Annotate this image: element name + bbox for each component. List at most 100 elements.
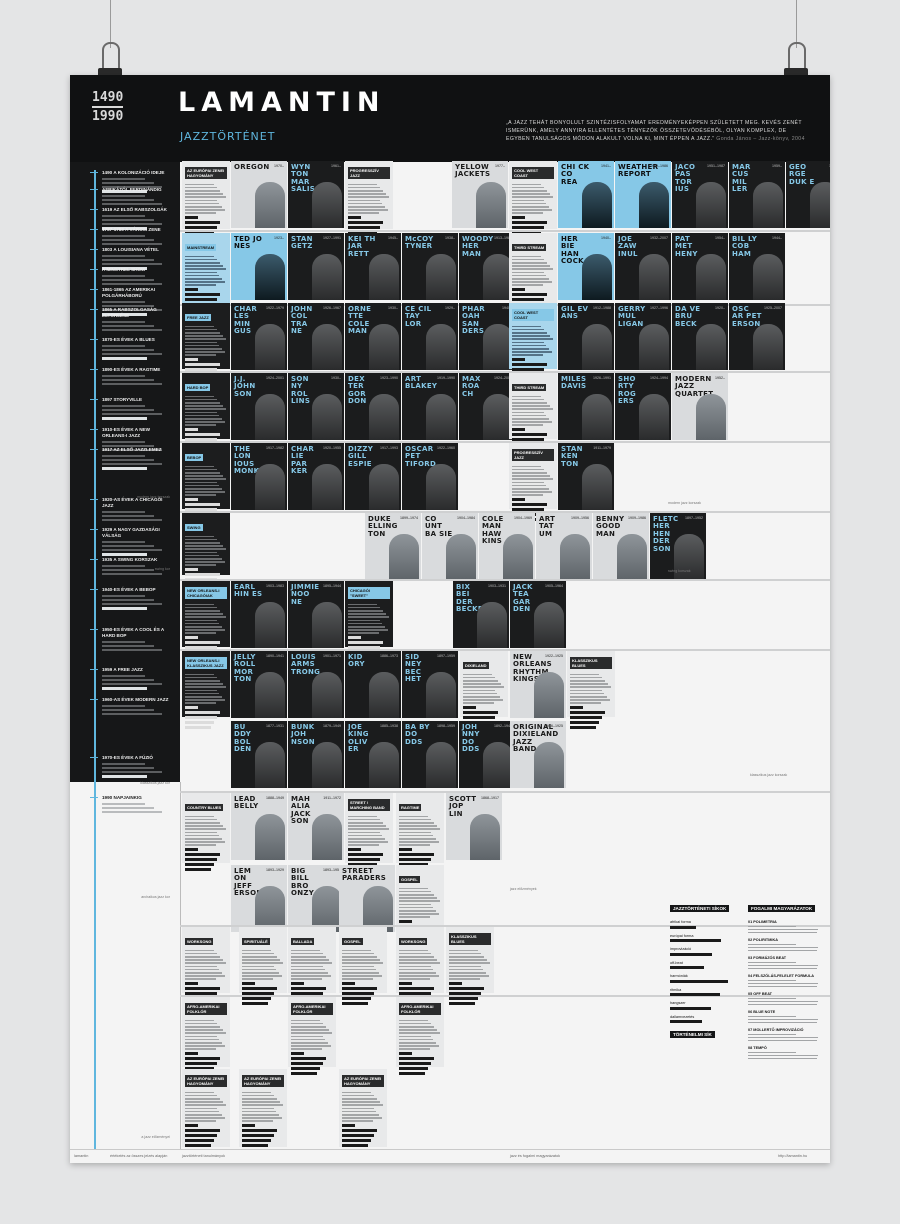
artist-card: OSCAR PET TIFORD 1922–1960 bbox=[402, 443, 458, 510]
text-line bbox=[185, 962, 227, 964]
rating-bar bbox=[399, 1066, 428, 1070]
timeline-text-line bbox=[102, 178, 146, 180]
artist-card: WEATHER REPORT 1970–1986 bbox=[615, 161, 671, 228]
text-line bbox=[348, 603, 378, 606]
text-line bbox=[342, 968, 377, 971]
artist-card: JOE KING OLIV ER 1885–1938 bbox=[345, 721, 401, 788]
text-line bbox=[348, 821, 384, 824]
timeline-text-line bbox=[102, 413, 163, 415]
artist-name: JOE ZAW INUL bbox=[618, 235, 638, 258]
rating-bar bbox=[512, 220, 547, 224]
artist-photo bbox=[369, 742, 399, 788]
text-line bbox=[185, 468, 218, 471]
text-line bbox=[342, 978, 373, 980]
glossary-text-line bbox=[748, 1039, 817, 1041]
timeline-entry-title: 1861-1865 AZ AMERIKAI POLGÁRHÁBORÚ bbox=[102, 287, 156, 298]
text-line bbox=[185, 561, 226, 563]
glossary-text-line bbox=[748, 949, 817, 951]
rating-bar bbox=[185, 362, 220, 366]
artist-photo bbox=[696, 182, 726, 228]
rating-bar bbox=[348, 857, 380, 861]
text-line bbox=[512, 475, 551, 477]
text-line bbox=[185, 487, 223, 490]
poster-title: LAMANTIN bbox=[178, 87, 386, 118]
timeline-text-line bbox=[102, 599, 154, 601]
rating-bar bbox=[463, 705, 476, 709]
timeline-text-line bbox=[102, 441, 146, 443]
text-line bbox=[185, 1019, 215, 1022]
timeline-text-line bbox=[102, 383, 163, 385]
timeline-text-line bbox=[102, 515, 154, 517]
text-line bbox=[185, 196, 227, 198]
text-line bbox=[348, 828, 390, 830]
rating-bar bbox=[449, 986, 484, 990]
text-line bbox=[185, 554, 220, 557]
legend-bar bbox=[670, 1020, 703, 1023]
rating-bar bbox=[185, 215, 198, 219]
artist-name: LOUIS ARMS TRONG bbox=[291, 653, 321, 676]
style-description: THIRD STREAM bbox=[509, 233, 557, 311]
style-name-label: THIRD STREAM bbox=[512, 384, 547, 391]
artist-name: PAT MET HENY bbox=[675, 235, 698, 258]
legend-bar bbox=[670, 966, 704, 969]
text-line bbox=[570, 673, 600, 676]
style-description: AFRO-AMERIKAI FOLKLÓR bbox=[288, 997, 336, 1075]
artist-years: 1903–1983 bbox=[266, 584, 284, 588]
artist-card: BENNY GOOD MAN 1909–1986 bbox=[593, 513, 649, 580]
timeline-text-line bbox=[102, 219, 154, 221]
glossary-text-line bbox=[748, 982, 818, 984]
style-name-label: STREET / MARCHING BAND bbox=[348, 799, 390, 811]
text-line bbox=[342, 1097, 378, 1100]
glossary-text-line bbox=[748, 1057, 817, 1059]
style-description: KLASSZIKUS BLUES bbox=[446, 927, 494, 1005]
text-line bbox=[185, 255, 215, 258]
timeline-entry: 1870-ES ÉVEK A BLUES bbox=[102, 337, 174, 360]
text-line bbox=[291, 955, 327, 958]
timeline-text-line bbox=[102, 283, 163, 285]
artist-photo bbox=[312, 814, 342, 860]
glossary-item-title: 01 POLIMETRIA bbox=[748, 920, 777, 924]
artist-card: KEI TH JAR RETT 1945– bbox=[345, 233, 401, 300]
artist-name: DIZZY GILL ESPIE bbox=[348, 445, 374, 468]
text-line bbox=[185, 1045, 226, 1047]
timeline-text-line bbox=[102, 771, 163, 773]
style-name-label: GOSPEL bbox=[399, 876, 420, 883]
style-name-label: PROGRESSZÍV JAZZ bbox=[512, 449, 554, 461]
text-line bbox=[512, 351, 553, 353]
artist-years: 1932–2007 bbox=[650, 236, 668, 240]
artist-years: 1898–1959 bbox=[437, 724, 455, 728]
text-line bbox=[291, 975, 332, 977]
text-line bbox=[348, 205, 386, 208]
text-line bbox=[185, 837, 223, 840]
rating-bar bbox=[399, 847, 412, 851]
style-description: HARD BOP bbox=[182, 373, 230, 451]
artist-card: NEW ORLEANS RHYTHM KINGS 1922–1925 bbox=[510, 651, 566, 718]
rating-bar bbox=[399, 1051, 412, 1055]
style-name-label: BEBOP bbox=[185, 454, 204, 461]
rating-bar bbox=[512, 427, 525, 431]
artist-name: SCOTT JOP LIN bbox=[449, 795, 477, 818]
timeline-text-line bbox=[102, 649, 163, 651]
text-line bbox=[512, 401, 548, 404]
footer-mid2: jazztörténeti tanulmányok bbox=[182, 1154, 226, 1158]
text-line bbox=[449, 975, 490, 977]
rating-bar bbox=[570, 705, 583, 709]
text-line bbox=[399, 1022, 432, 1025]
text-line bbox=[463, 702, 494, 704]
poster: 1490 1990 LAMANTIN JAZZTÖRTÉNET „A JAZZ … bbox=[70, 75, 830, 1163]
style-description: COUNTRY BLUES bbox=[182, 793, 230, 871]
text-line bbox=[291, 949, 321, 952]
legend-bar bbox=[670, 979, 729, 983]
text-line bbox=[291, 952, 324, 955]
rating-bar bbox=[348, 640, 383, 644]
artist-card: LEM ON JEFF ERSON 1893–1929 bbox=[231, 865, 287, 932]
text-line bbox=[512, 199, 544, 202]
legend-header: JAZZTÖRTÉNETI SÍKOK bbox=[670, 905, 730, 912]
text-line bbox=[185, 625, 223, 628]
artist-years: 1922–1979 bbox=[266, 306, 284, 310]
style-name-label: NEW ORLEANS-I KLASSZIKUS JAZZ bbox=[185, 657, 227, 669]
text-line bbox=[348, 625, 386, 628]
timeline-tick bbox=[90, 249, 98, 250]
rating-bar bbox=[399, 1056, 434, 1060]
artist-photo bbox=[255, 672, 285, 718]
